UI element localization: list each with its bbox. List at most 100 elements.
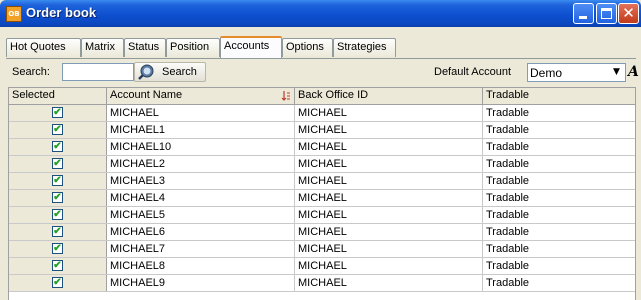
tradable-cell: Tradable (486, 175, 530, 187)
table-row[interactable]: ✔ MICHAEL6 MICHAEL Tradable (9, 224, 635, 241)
row-checkbox[interactable]: ✔ (52, 209, 63, 220)
window-title: Order book (26, 5, 97, 20)
search-label: Search: (12, 66, 50, 78)
close-button[interactable]: ✕ (618, 3, 639, 24)
table-row[interactable]: ✔ MICHAEL3 MICHAEL Tradable (9, 173, 635, 190)
back-office-id-cell: MICHAEL (295, 207, 483, 223)
selected-cell: ✔ (9, 105, 107, 121)
selected-cell: ✔ (9, 139, 107, 155)
selected-cell: ✔ (9, 190, 107, 206)
tradable-cell: Tradable (486, 277, 530, 289)
account-name-cell: MICHAEL6 (107, 224, 295, 240)
tab-hot-quotes[interactable]: Hot Quotes (6, 38, 81, 57)
table-row[interactable]: ✔ MICHAEL1 MICHAEL Tradable (9, 122, 635, 139)
back-office-id-cell: MICHAEL (295, 173, 483, 189)
table-row[interactable]: ✔ MICHAEL MICHAEL Tradable (9, 105, 635, 122)
selected-cell: ✔ (9, 224, 107, 240)
account-name-cell: MICHAEL5 (107, 207, 295, 223)
table-row[interactable]: ✔ MICHAEL5 MICHAEL Tradable (9, 207, 635, 224)
back-office-id-cell: MICHAEL (295, 258, 483, 274)
search-input[interactable] (62, 63, 134, 81)
table-row[interactable]: ✔ MICHAEL8 MICHAEL Tradable (9, 258, 635, 275)
tab-accounts[interactable]: Accounts (220, 36, 282, 58)
column-header-tradable[interactable]: Tradable (483, 88, 635, 104)
table-header: Selected Account Name Back Office ID Tra… (9, 88, 635, 105)
back-office-id-cell: MICHAEL (295, 224, 483, 240)
selected-cell: ✔ (9, 275, 107, 291)
accounts-table: Selected Account Name Back Office ID Tra… (8, 87, 636, 300)
selected-cell: ✔ (9, 122, 107, 138)
account-name-cell: MICHAEL1 (107, 122, 295, 138)
tab-strategies[interactable]: Strategies (333, 38, 396, 57)
row-checkbox[interactable]: ✔ (52, 226, 63, 237)
default-account-label: Default Account (434, 66, 512, 78)
account-name-cell: MICHAEL3 (107, 173, 295, 189)
tab-options[interactable]: Options (282, 38, 333, 57)
tradable-cell: Tradable (486, 209, 530, 221)
dropdown-arrow-icon[interactable]: ▼ (609, 65, 624, 80)
account-name-cell: MICHAEL9 (107, 275, 295, 291)
default-account-value: Demo (530, 66, 563, 80)
selected-cell: ✔ (9, 258, 107, 274)
font-icon[interactable]: A (628, 63, 641, 82)
tradable-cell: Tradable (486, 260, 530, 272)
search-icon (138, 64, 154, 80)
row-checkbox[interactable]: ✔ (52, 243, 63, 254)
tradable-cell: Tradable (486, 107, 530, 119)
row-checkbox[interactable]: ✔ (52, 141, 63, 152)
minimize-button[interactable] (573, 3, 594, 24)
back-office-id-cell: MICHAEL (295, 275, 483, 291)
order-book-window: OB Order book ✕ Hot Quotes Matrix Status… (0, 0, 641, 300)
selected-cell: ✔ (9, 207, 107, 223)
row-checkbox[interactable]: ✔ (52, 175, 63, 186)
search-button-label: Search (162, 66, 197, 78)
tab-divider (6, 58, 636, 59)
back-office-id-cell: MICHAEL (295, 190, 483, 206)
tab-matrix[interactable]: Matrix (81, 38, 124, 57)
tradable-cell: Tradable (486, 124, 530, 136)
table-row[interactable]: ✔ MICHAEL9 MICHAEL Tradable (9, 275, 635, 292)
back-office-id-cell: MICHAEL (295, 156, 483, 172)
back-office-id-cell: MICHAEL (295, 105, 483, 121)
account-name-cell: MICHAEL2 (107, 156, 295, 172)
row-checkbox[interactable]: ✔ (52, 107, 63, 118)
tradable-cell: Tradable (486, 192, 530, 204)
tradable-cell: Tradable (486, 158, 530, 170)
maximize-button[interactable] (596, 3, 617, 24)
default-account-select[interactable]: Demo ▼ (527, 63, 626, 82)
tab-status[interactable]: Status (124, 38, 166, 57)
tradable-cell: Tradable (486, 243, 530, 255)
search-button[interactable]: Search (134, 62, 206, 82)
column-header-selected[interactable]: Selected (9, 88, 107, 104)
row-checkbox[interactable]: ✔ (52, 192, 63, 203)
account-name-cell: MICHAEL (107, 105, 295, 121)
title-bar[interactable]: OB Order book ✕ (0, 0, 641, 27)
minimize-icon (579, 16, 587, 19)
table-row[interactable]: ✔ MICHAEL10 MICHAEL Tradable (9, 139, 635, 156)
row-checkbox[interactable]: ✔ (52, 158, 63, 169)
table-row[interactable]: ✔ MICHAEL4 MICHAEL Tradable (9, 190, 635, 207)
close-icon: ✕ (622, 4, 635, 22)
table-row[interactable]: ✔ MICHAEL7 MICHAEL Tradable (9, 241, 635, 258)
column-header-back-office-id[interactable]: Back Office ID (295, 88, 483, 104)
selected-cell: ✔ (9, 173, 107, 189)
account-name-cell: MICHAEL4 (107, 190, 295, 206)
table-row[interactable]: ✔ MICHAEL2 MICHAEL Tradable (9, 156, 635, 173)
selected-cell: ✔ (9, 241, 107, 257)
tradable-cell: Tradable (486, 141, 530, 153)
selected-cell: ✔ (9, 156, 107, 172)
column-header-account-name-label: Account Name (110, 89, 183, 101)
account-name-cell: MICHAEL10 (107, 139, 295, 155)
row-checkbox[interactable]: ✔ (52, 277, 63, 288)
table-body: ✔ MICHAEL MICHAEL Tradable ✔ MICHAEL1 MICHAEL T… (9, 105, 635, 292)
maximize-icon (601, 8, 612, 19)
app-icon: OB (6, 6, 22, 22)
column-header-account-name[interactable]: Account Name (107, 88, 295, 104)
back-office-id-cell: MICHAEL (295, 139, 483, 155)
account-name-cell: MICHAEL7 (107, 241, 295, 257)
row-checkbox[interactable]: ✔ (52, 124, 63, 135)
back-office-id-cell: MICHAEL (295, 122, 483, 138)
tradable-cell: Tradable (486, 226, 530, 238)
row-checkbox[interactable]: ✔ (52, 260, 63, 271)
tab-position[interactable]: Position (166, 38, 220, 57)
